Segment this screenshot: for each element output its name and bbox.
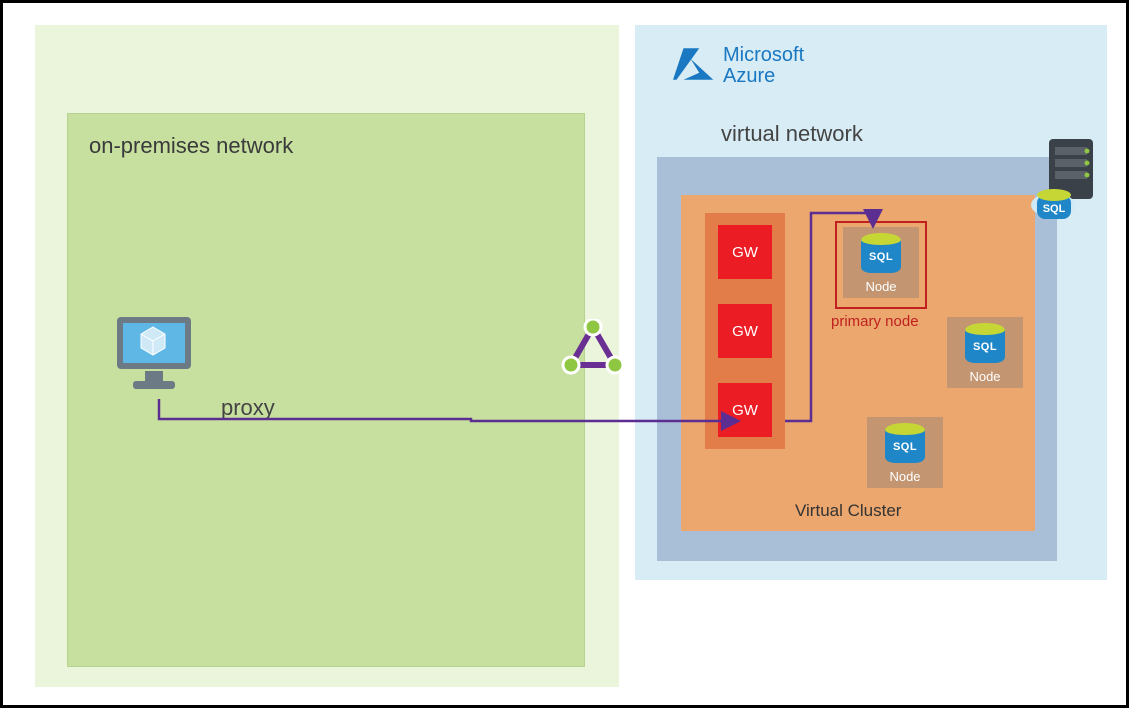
gateway-2: GW — [718, 304, 772, 358]
sql-db-icon: SQL — [885, 423, 925, 467]
primary-node-label: Node — [865, 279, 896, 294]
network-triangle-icon — [561, 319, 625, 382]
gateway-1: GW — [718, 225, 772, 279]
node-label: Node — [889, 469, 920, 484]
sql-badge-text: SQL — [1043, 203, 1066, 215]
azure-line2: Azure — [723, 66, 804, 87]
azure-line1: Microsoft — [723, 45, 804, 66]
client-computer-icon — [111, 313, 203, 402]
primary-caption: primary node — [831, 313, 919, 330]
sql-db-text: SQL — [965, 341, 1005, 353]
diagram-canvas: on-premises network Microsoft Azure virt… — [0, 0, 1129, 708]
sql-db-text: SQL — [885, 441, 925, 453]
secondary-node-right: SQL Node — [947, 317, 1023, 388]
primary-node: SQL Node — [843, 227, 919, 298]
vnet-title: virtual network — [721, 121, 863, 147]
azure-logo: Microsoft Azure — [673, 45, 804, 87]
gateway-3: GW — [718, 383, 772, 437]
sql-db-icon: SQL — [861, 233, 901, 277]
azure-icon — [673, 46, 715, 87]
sql-db-icon: SQL — [965, 323, 1005, 367]
azure-logo-text: Microsoft Azure — [723, 45, 804, 87]
secondary-node-bottom: SQL Node — [867, 417, 943, 488]
node-label: Node — [969, 369, 1000, 384]
sql-server-icon: SQL — [1031, 139, 1101, 240]
sql-db-text: SQL — [861, 251, 901, 263]
onprem-title: on-premises network — [89, 133, 293, 159]
proxy-label: proxy — [221, 395, 275, 421]
cluster-label: Virtual Cluster — [795, 501, 901, 521]
gateway-column: GW GW GW — [705, 213, 785, 449]
